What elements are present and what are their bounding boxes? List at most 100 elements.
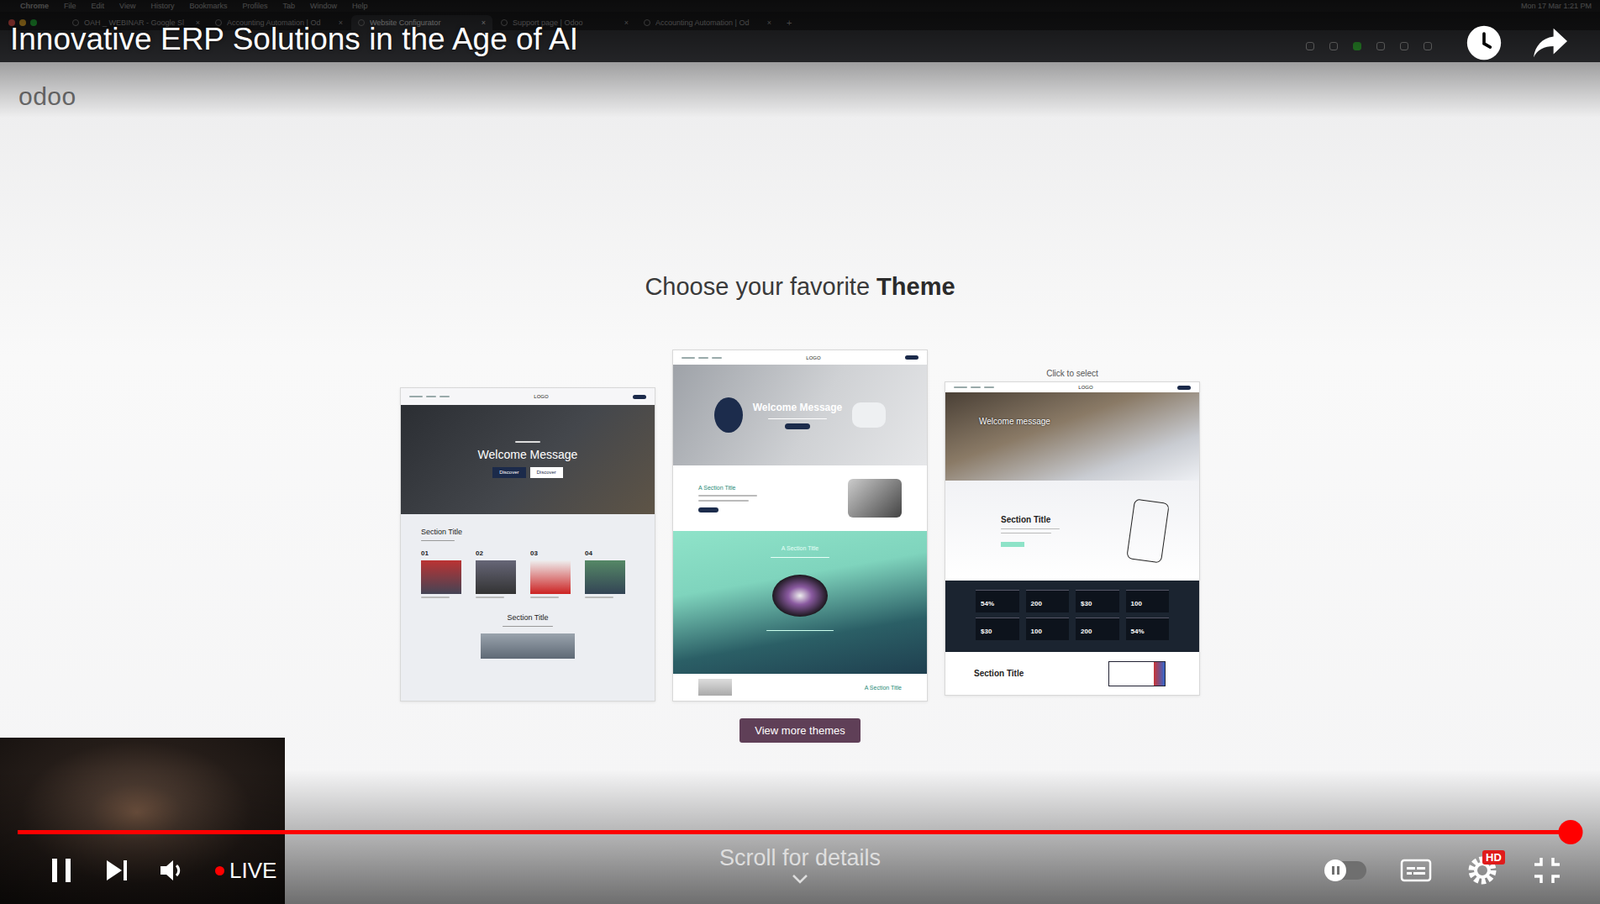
stat-cell: 100 (1126, 589, 1170, 613)
stat-value: 54% (1131, 627, 1145, 636)
stat-cell: 200 (1075, 617, 1120, 641)
heading-emphasis: Theme (876, 273, 955, 300)
icon-part (106, 860, 122, 881)
item-number: 01 (421, 549, 471, 558)
placeholder-line (1000, 528, 1060, 530)
live-indicator[interactable]: LIVE (215, 857, 277, 885)
video-title[interactable]: Innovative ERP Solutions in the Age of A… (10, 21, 579, 58)
stat-cell: $30 (975, 617, 1020, 641)
knob-bar (1331, 866, 1335, 875)
preview-section: A Section Title (673, 465, 927, 532)
preview-footer: A Section Title (673, 673, 927, 701)
exit-fullscreen-icon[interactable] (1532, 856, 1562, 885)
placeholder-line (439, 395, 450, 398)
photo (530, 560, 571, 595)
toggle-knob (1324, 859, 1347, 882)
pause-icon[interactable] (47, 855, 76, 886)
nav-links (953, 386, 995, 389)
chevron-down-icon (790, 873, 810, 885)
placeholder-line (426, 395, 437, 398)
theme-card[interactable]: LOGO Welcome Message A Section Title A Sect… (672, 349, 928, 702)
view-more-themes-button[interactable]: View more themes (739, 718, 860, 743)
section-title: Section Title (421, 527, 635, 537)
share-icon[interactable] (1531, 25, 1570, 59)
progress-fill (17, 830, 1571, 835)
section-title: Section Title (973, 668, 1024, 679)
theme-option: Click to selectLOGOWelcome messageSectio… (944, 368, 1200, 702)
icon-part (1465, 24, 1503, 62)
live-dot (215, 866, 225, 876)
screen: ChromeFileEditViewHistoryBookmarksProfil… (0, 0, 1600, 904)
photo (421, 560, 462, 595)
section-title: Section Title (1000, 515, 1060, 526)
knob-bar (1336, 866, 1340, 875)
photo (584, 560, 626, 595)
theme-list: LOGOWelcome MessageDiscoverDiscoverSecti… (400, 349, 1200, 702)
placeholder-line (953, 386, 968, 389)
stat-value: 100 (1131, 600, 1143, 608)
settings-button[interactable]: HD (1465, 853, 1500, 888)
captions-icon[interactable] (1400, 857, 1432, 884)
clock-icon[interactable] (1465, 24, 1503, 62)
theme-card[interactable]: LOGOWelcome MessageDiscoverDiscoverSecti… (400, 387, 656, 702)
icon-part (52, 858, 58, 883)
icon-part (1467, 26, 1501, 60)
placeholder-line (1000, 532, 1052, 534)
preview-stats: 54% 200 $30 100 $30 100 200 54% (945, 580, 1200, 653)
photo (772, 574, 828, 617)
placeholder-line (515, 441, 541, 443)
icon-part (1401, 860, 1431, 881)
placeholder-line (970, 386, 981, 389)
placeholder-line (530, 596, 559, 599)
section-button (1000, 542, 1025, 548)
next-icon[interactable] (104, 857, 130, 884)
section-title: A Section Title (864, 684, 902, 692)
placeholder-line (770, 557, 830, 558)
volume-icon[interactable] (157, 856, 187, 885)
icon-part (160, 860, 174, 881)
progress-scrubber[interactable] (1558, 820, 1584, 845)
stat-cell: 200 (1026, 589, 1070, 613)
photo (475, 560, 516, 595)
placeholder-line (698, 494, 758, 497)
icon-part (1400, 857, 1432, 884)
stat-value: $30 (1080, 600, 1092, 608)
section-title: A Section Title (698, 484, 758, 492)
hero-copy: Welcome Message (752, 401, 843, 430)
section-copy: A Section Title (698, 484, 758, 513)
stat-cell: 54% (975, 589, 1020, 613)
icon-part (1484, 33, 1490, 48)
phone-drawing (1126, 498, 1170, 564)
icon-part (1416, 867, 1426, 870)
hero-button (784, 423, 811, 430)
theme-card[interactable]: LOGOWelcome messageSection Title54%200$3… (944, 381, 1200, 696)
preview-body: Section Title01020304Section Title (400, 514, 655, 701)
preview-footer: Section Title (945, 652, 1200, 695)
section-title: Section Title (506, 613, 548, 623)
bottom-shade (0, 769, 1600, 904)
stat-value: 54% (980, 600, 995, 608)
quality-badge: HD (1482, 850, 1506, 865)
placeholder-line (502, 626, 553, 627)
stat-value: 200 (1031, 600, 1043, 608)
icon-part (176, 865, 179, 876)
icon-part (1475, 863, 1490, 878)
section-title: A Section Title (781, 544, 819, 553)
item-number: 04 (584, 549, 635, 558)
placeholder-line (711, 357, 722, 359)
icon-part (1413, 872, 1426, 875)
preview-nav: LOGO (400, 388, 655, 406)
scroll-hint-text: Scroll for details (719, 845, 881, 872)
preview-logo: LOGO (1078, 384, 1093, 391)
preview-nav: LOGO (945, 382, 1200, 393)
stat-cell: 54% (1126, 617, 1170, 641)
placeholder-line (984, 386, 995, 389)
stats-grid: 54% 200 $30 100 $30 100 200 54% (975, 589, 1169, 641)
progress-bar[interactable] (17, 830, 1571, 835)
preview-logo: LOGO (805, 354, 821, 362)
welcome-text: Welcome Message (752, 401, 843, 415)
photo (847, 478, 902, 518)
stat-value: 100 (1031, 627, 1043, 636)
section-copy: Section Title (1000, 515, 1060, 548)
autoplay-toggle[interactable] (1326, 861, 1367, 880)
